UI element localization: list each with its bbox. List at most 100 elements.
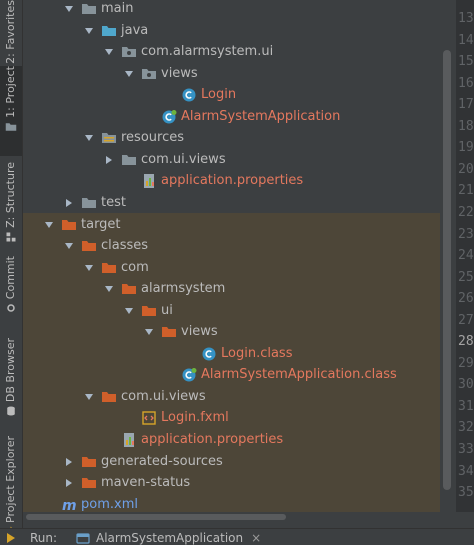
ide-window: 2: Favorites 1: Project Z: Structure Commit…	[0, 0, 474, 545]
tree-scrollbar-thumb[interactable]	[443, 50, 451, 490]
excluded-folder-icon	[162, 327, 176, 338]
chevron-down-icon[interactable]	[123, 305, 135, 317]
fxml-file-icon	[142, 411, 156, 426]
tree-node[interactable]: AlarmSystemApplication	[23, 106, 440, 128]
chevron-right-icon[interactable]	[63, 477, 75, 489]
tool-tab-z-structure[interactable]: Z: Structure	[0, 162, 22, 252]
line-number: 23	[458, 226, 474, 242]
close-icon[interactable]: ×	[251, 531, 261, 545]
tool-tab-label: Commit	[4, 256, 17, 300]
chevron-down-icon[interactable]	[103, 46, 115, 58]
folder-icon	[122, 154, 136, 165]
chevron-down-icon[interactable]	[83, 25, 95, 37]
chevron-down-icon[interactable]	[63, 3, 75, 15]
line-number: 31	[458, 398, 474, 414]
line-number: 18	[458, 118, 474, 134]
excluded-folder-icon	[62, 219, 76, 230]
editor-gutter: 13 14 15 16 17 18 19 20 21 22 23 24 25 26 27 28 29 30 31 32…	[456, 0, 474, 512]
spring-boot-app-icon	[76, 532, 90, 544]
line-number: 30	[458, 377, 474, 393]
chevron-down-icon[interactable]	[123, 68, 135, 80]
tree-node[interactable]: alarmsystem	[23, 278, 440, 300]
excluded-folder-icon	[122, 284, 136, 295]
tree-node-label: main	[101, 1, 134, 16]
chevron-down-icon[interactable]	[83, 262, 95, 274]
tree-node[interactable]: Login.class	[23, 343, 440, 365]
tree-node[interactable]: generated-sources	[23, 451, 440, 473]
tree-node-label: AlarmSystemApplication.class	[201, 367, 397, 383]
tree-node[interactable]: com.ui.views	[23, 149, 440, 171]
tree-node-label: maven-status	[101, 475, 191, 491]
tree-node[interactable]: views	[23, 63, 440, 85]
tree-node[interactable]: resources	[23, 127, 440, 149]
horizontal-scrollbar-thumb[interactable]	[26, 514, 286, 520]
line-number: 21	[458, 183, 474, 199]
chevron-right-icon[interactable]	[103, 154, 115, 166]
tree-node[interactable]: views	[23, 321, 440, 343]
excluded-folder-icon	[102, 262, 116, 273]
chevron-down-icon[interactable]	[83, 391, 95, 403]
tree-node[interactable]: com.alarmsystem.ui	[23, 41, 440, 63]
tree-node[interactable]: main	[23, 0, 440, 20]
tool-tab-db-browser[interactable]: DB Browser	[0, 338, 22, 432]
tool-tab-project-explorer[interactable]: Project Explorer	[0, 436, 22, 528]
tree-node[interactable]: maven-status	[23, 472, 440, 494]
chevron-down-icon[interactable]	[83, 132, 95, 144]
tree-node-label: AlarmSystemApplication	[181, 108, 341, 124]
line-number: 27	[458, 312, 474, 328]
tree-node[interactable]: test	[23, 192, 440, 214]
chevron-down-icon[interactable]	[143, 326, 155, 338]
line-number: 26	[458, 291, 474, 307]
tree-node-label: application.properties	[161, 173, 304, 189]
line-number: 13	[458, 11, 474, 26]
tree-node-label: com.ui.views	[141, 151, 226, 167]
tool-tab-commit[interactable]: Commit	[0, 256, 22, 334]
svg-text:m: m	[62, 498, 77, 512]
tool-tab-2-favorites[interactable]: 2: Favorites	[0, 0, 22, 64]
tool-tab-1-project[interactable]: 1: Project	[0, 66, 22, 156]
package-icon	[142, 68, 156, 79]
java-class-icon	[182, 88, 196, 102]
run-tool-icon[interactable]	[3, 531, 17, 545]
tree-node[interactable]: AlarmSystemApplication.class	[23, 364, 440, 386]
excluded-folder-icon	[102, 391, 116, 402]
chevron-down-icon[interactable]	[103, 283, 115, 295]
tree-node[interactable]: classes	[23, 235, 440, 257]
spring-boot-class-icon	[182, 368, 197, 382]
tree-node-label: Login.class	[221, 345, 293, 361]
resources-folder-icon	[102, 133, 116, 144]
structure-icon	[6, 232, 16, 242]
line-number: 19	[458, 140, 474, 156]
spring-boot-class-icon	[162, 109, 177, 124]
tree-node-label: application.properties	[141, 432, 284, 447]
chevron-down-icon[interactable]	[43, 219, 55, 231]
tree-node[interactable]: ui	[23, 300, 440, 322]
tool-tab-label: 1: Project	[4, 66, 17, 118]
tree-node[interactable]: Login.fxml	[23, 407, 440, 429]
line-number: 33	[458, 442, 474, 457]
tree-node-label: java	[121, 22, 149, 38]
tree-node[interactable]: Login	[23, 84, 440, 106]
run-tab-alarm-system-application[interactable]: AlarmSystemApplication ×	[70, 529, 261, 545]
chevron-down-icon[interactable]	[63, 240, 75, 252]
line-number: 16	[458, 75, 474, 91]
tree-node[interactable]: application.properties	[23, 170, 440, 192]
tree-node[interactable]: com	[23, 257, 440, 279]
folder-icon	[5, 123, 17, 131]
chevron-right-icon[interactable]	[63, 197, 75, 209]
tree-node-label: com.alarmsystem.ui	[141, 44, 274, 60]
tree-node[interactable]: com.ui.views	[23, 386, 440, 408]
tree-node[interactable]: application.properties	[23, 429, 440, 451]
tree-node[interactable]: m pom.xml	[23, 494, 440, 512]
chevron-right-icon[interactable]	[63, 456, 75, 468]
tree-node[interactable]: java	[23, 20, 440, 42]
project-tree[interactable]: main java com.alarmsystem.ui views Login Alar…	[23, 0, 440, 512]
tree-node[interactable]: target	[23, 214, 440, 236]
